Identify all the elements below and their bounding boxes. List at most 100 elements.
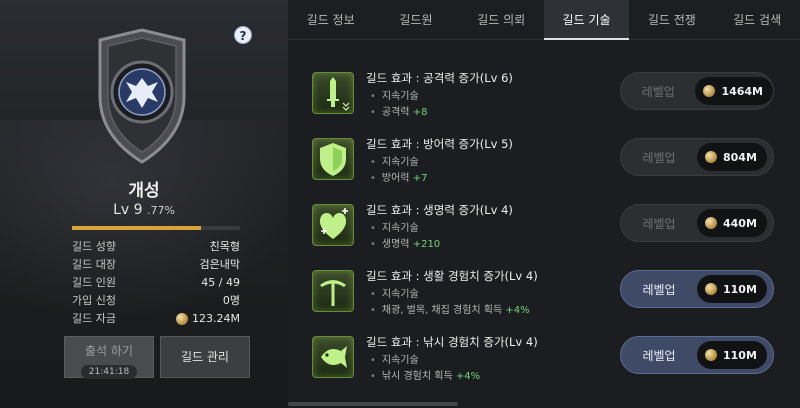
skill-title: 길드 효과 : 생명력 증가(Lv 4) (366, 203, 513, 217)
skill-stat-text: 낚시 경험치 획득 (381, 371, 453, 382)
cost-amount: 110M (723, 282, 757, 296)
tab-guild-members[interactable]: 길드원 (373, 0, 458, 40)
guild-info-table: 길드 성향 친목형 길드 대장 검은내막 길드 인원 45 / 49 가입 신청… (72, 238, 240, 328)
skill-type-text: 지속기술 (381, 355, 419, 366)
skill-type: • 지속기술 (370, 289, 419, 300)
coin-icon (705, 217, 717, 229)
skill-bonus: +8 (412, 107, 428, 118)
skill-type: • 지속기술 (370, 223, 419, 234)
skill-type: • 지속기술 (370, 157, 419, 168)
guild-skill-list: 길드 효과 : 공격력 증가(Lv 6) • 지속기술 • 공격력 +8 레벨업 1… (288, 40, 800, 408)
levelup-label: 레벨업 (642, 216, 676, 231)
info-key: 길드 성향 (72, 240, 116, 253)
attend-label: 출석 하기 (85, 344, 133, 358)
skill-stat: • 생명력 +210 (370, 239, 441, 250)
cost-amount: 440M (723, 216, 757, 230)
skill-row: 길드 효과 : 방어력 증가(Lv 5) • 지속기술 • 방어력 +7 레벨업 8… (312, 137, 792, 200)
coin-icon (705, 151, 717, 163)
levelup-button[interactable]: 레벨업 804M (620, 138, 774, 176)
tab-guild-info[interactable]: 길드 정보 (288, 0, 373, 40)
guild-xp-fill (72, 226, 202, 230)
levelup-label: 레벨업 (642, 282, 676, 297)
sword-icon (312, 72, 354, 114)
tab-guild-search[interactable]: 길드 검색 (714, 0, 799, 40)
fish-icon (312, 336, 354, 378)
skill-type: • 지속기술 (370, 355, 419, 366)
info-value: 검은내막 (199, 258, 240, 271)
skill-stat: • 방어력 +7 (370, 173, 428, 184)
coin-icon (703, 85, 716, 97)
info-row-leader: 길드 대장 검은내막 (72, 256, 240, 274)
tab-guild-skills[interactable]: 길드 기술 (543, 0, 630, 40)
skill-bonus: +4% (505, 305, 530, 316)
guild-level-percent: .77% (146, 204, 175, 217)
coin-icon (705, 349, 717, 361)
info-key: 길드 자금 (72, 312, 116, 325)
skill-bonus: +4% (455, 371, 481, 382)
levelup-cost: 1464M (695, 77, 773, 105)
levelup-button[interactable]: 레벨업 110M (620, 270, 774, 308)
guild-manage-button[interactable]: 길드 관리 (160, 336, 250, 378)
skill-stat: • 공격력 +8 (370, 107, 428, 118)
heart-plus-icon (312, 204, 354, 246)
levelup-label: 레벨업 (642, 150, 676, 165)
skill-row: 길드 효과 : 생명력 증가(Lv 4) • 지속기술 • 생명력 +210 레벨업… (312, 203, 792, 266)
coin-icon (176, 313, 189, 325)
tab-guild-war[interactable]: 길드 전쟁 (629, 0, 714, 40)
skill-bonus: +210 (412, 239, 441, 250)
info-value: 45 / 49 (201, 276, 240, 289)
funds-amount: 123.24M (192, 312, 240, 325)
skill-stat-text: 방어력 (381, 173, 410, 184)
info-key: 가입 신청 (72, 294, 116, 307)
info-value: 0명 (222, 294, 240, 307)
skill-stat: • 낚시 경험치 획득 +4% (370, 371, 481, 382)
levelup-button[interactable]: 레벨업 440M (620, 204, 774, 242)
skill-type-text: 지속기술 (381, 91, 419, 102)
levelup-cost: 110M (697, 341, 767, 369)
skill-row: 길드 효과 : 생활 경험치 증가(Lv 4) • 지속기술 • 채광, 벌목, 채… (312, 269, 792, 332)
info-row-tendency: 길드 성향 친목형 (72, 238, 240, 256)
info-row-members: 길드 인원 45 / 49 (72, 274, 240, 292)
levelup-button[interactable]: 레벨업 1464M (620, 72, 774, 110)
guild-xp-bar (72, 226, 240, 230)
skill-title: 길드 효과 : 방어력 증가(Lv 5) (366, 137, 513, 151)
shield-icon (312, 138, 354, 180)
levelup-label: 레벨업 (642, 348, 676, 363)
skill-type-text: 지속기술 (381, 289, 419, 300)
pickaxe-icon (312, 270, 354, 312)
info-row-funds: 길드 자금 123.24M (72, 310, 240, 328)
coin-icon (705, 283, 717, 295)
skill-stat-text: 생명력 (381, 239, 410, 250)
attend-timer: 21:41:18 (80, 365, 138, 379)
skill-title: 길드 효과 : 낚시 경험치 증가(Lv 4) (366, 335, 538, 349)
cost-amount: 110M (723, 348, 757, 362)
skill-row: 길드 효과 : 낚시 경험치 증가(Lv 4) • 지속기술 • 낚시 경험치 획득… (312, 335, 792, 398)
guild-emblem (92, 26, 192, 166)
levelup-cost: 110M (697, 275, 767, 303)
skill-stat-text: 공격력 (381, 107, 410, 118)
levelup-cost: 804M (697, 143, 767, 171)
info-value-funds: 123.24M (176, 310, 240, 328)
info-key: 길드 인원 (72, 276, 116, 289)
levelup-button[interactable]: 레벨업 110M (620, 336, 774, 374)
attend-button[interactable]: 출석 하기 21:41:18 (64, 336, 154, 379)
guild-tabs: 길드 정보 길드원 길드 의뢰 길드 기술 길드 전쟁 길드 검색 (288, 0, 800, 40)
info-key: 길드 대장 (72, 258, 116, 271)
levelup-label: 레벨업 (641, 84, 675, 99)
horizontal-scrollbar[interactable] (288, 402, 458, 406)
cost-amount: 804M (723, 150, 757, 164)
tab-guild-requests[interactable]: 길드 의뢰 (459, 0, 544, 40)
skill-type-text: 지속기술 (381, 223, 419, 234)
levelup-cost: 440M (697, 209, 767, 237)
info-value: 친목형 (209, 240, 240, 253)
skill-stat: • 채광, 벌목, 채집 경험치 획득 +4% (370, 305, 530, 316)
guild-info-panel: ? 개성 Lv 9 .77% 길드 성향 친목형 길드 대장 검은내막 길드 인… (0, 0, 288, 408)
skill-type-text: 지속기술 (381, 157, 419, 168)
skill-stat-text: 채광, 벌목, 채집 경험치 획득 (381, 305, 503, 316)
guild-level: Lv 9 .77% (0, 202, 288, 218)
skill-bonus: +7 (412, 173, 428, 184)
guild-name: 개성 (128, 181, 160, 201)
help-icon[interactable]: ? (234, 26, 252, 44)
skill-row: 길드 효과 : 공격력 증가(Lv 6) • 지속기술 • 공격력 +8 레벨업 1… (312, 71, 792, 134)
skill-title: 길드 효과 : 생활 경험치 증가(Lv 4) (366, 269, 538, 283)
